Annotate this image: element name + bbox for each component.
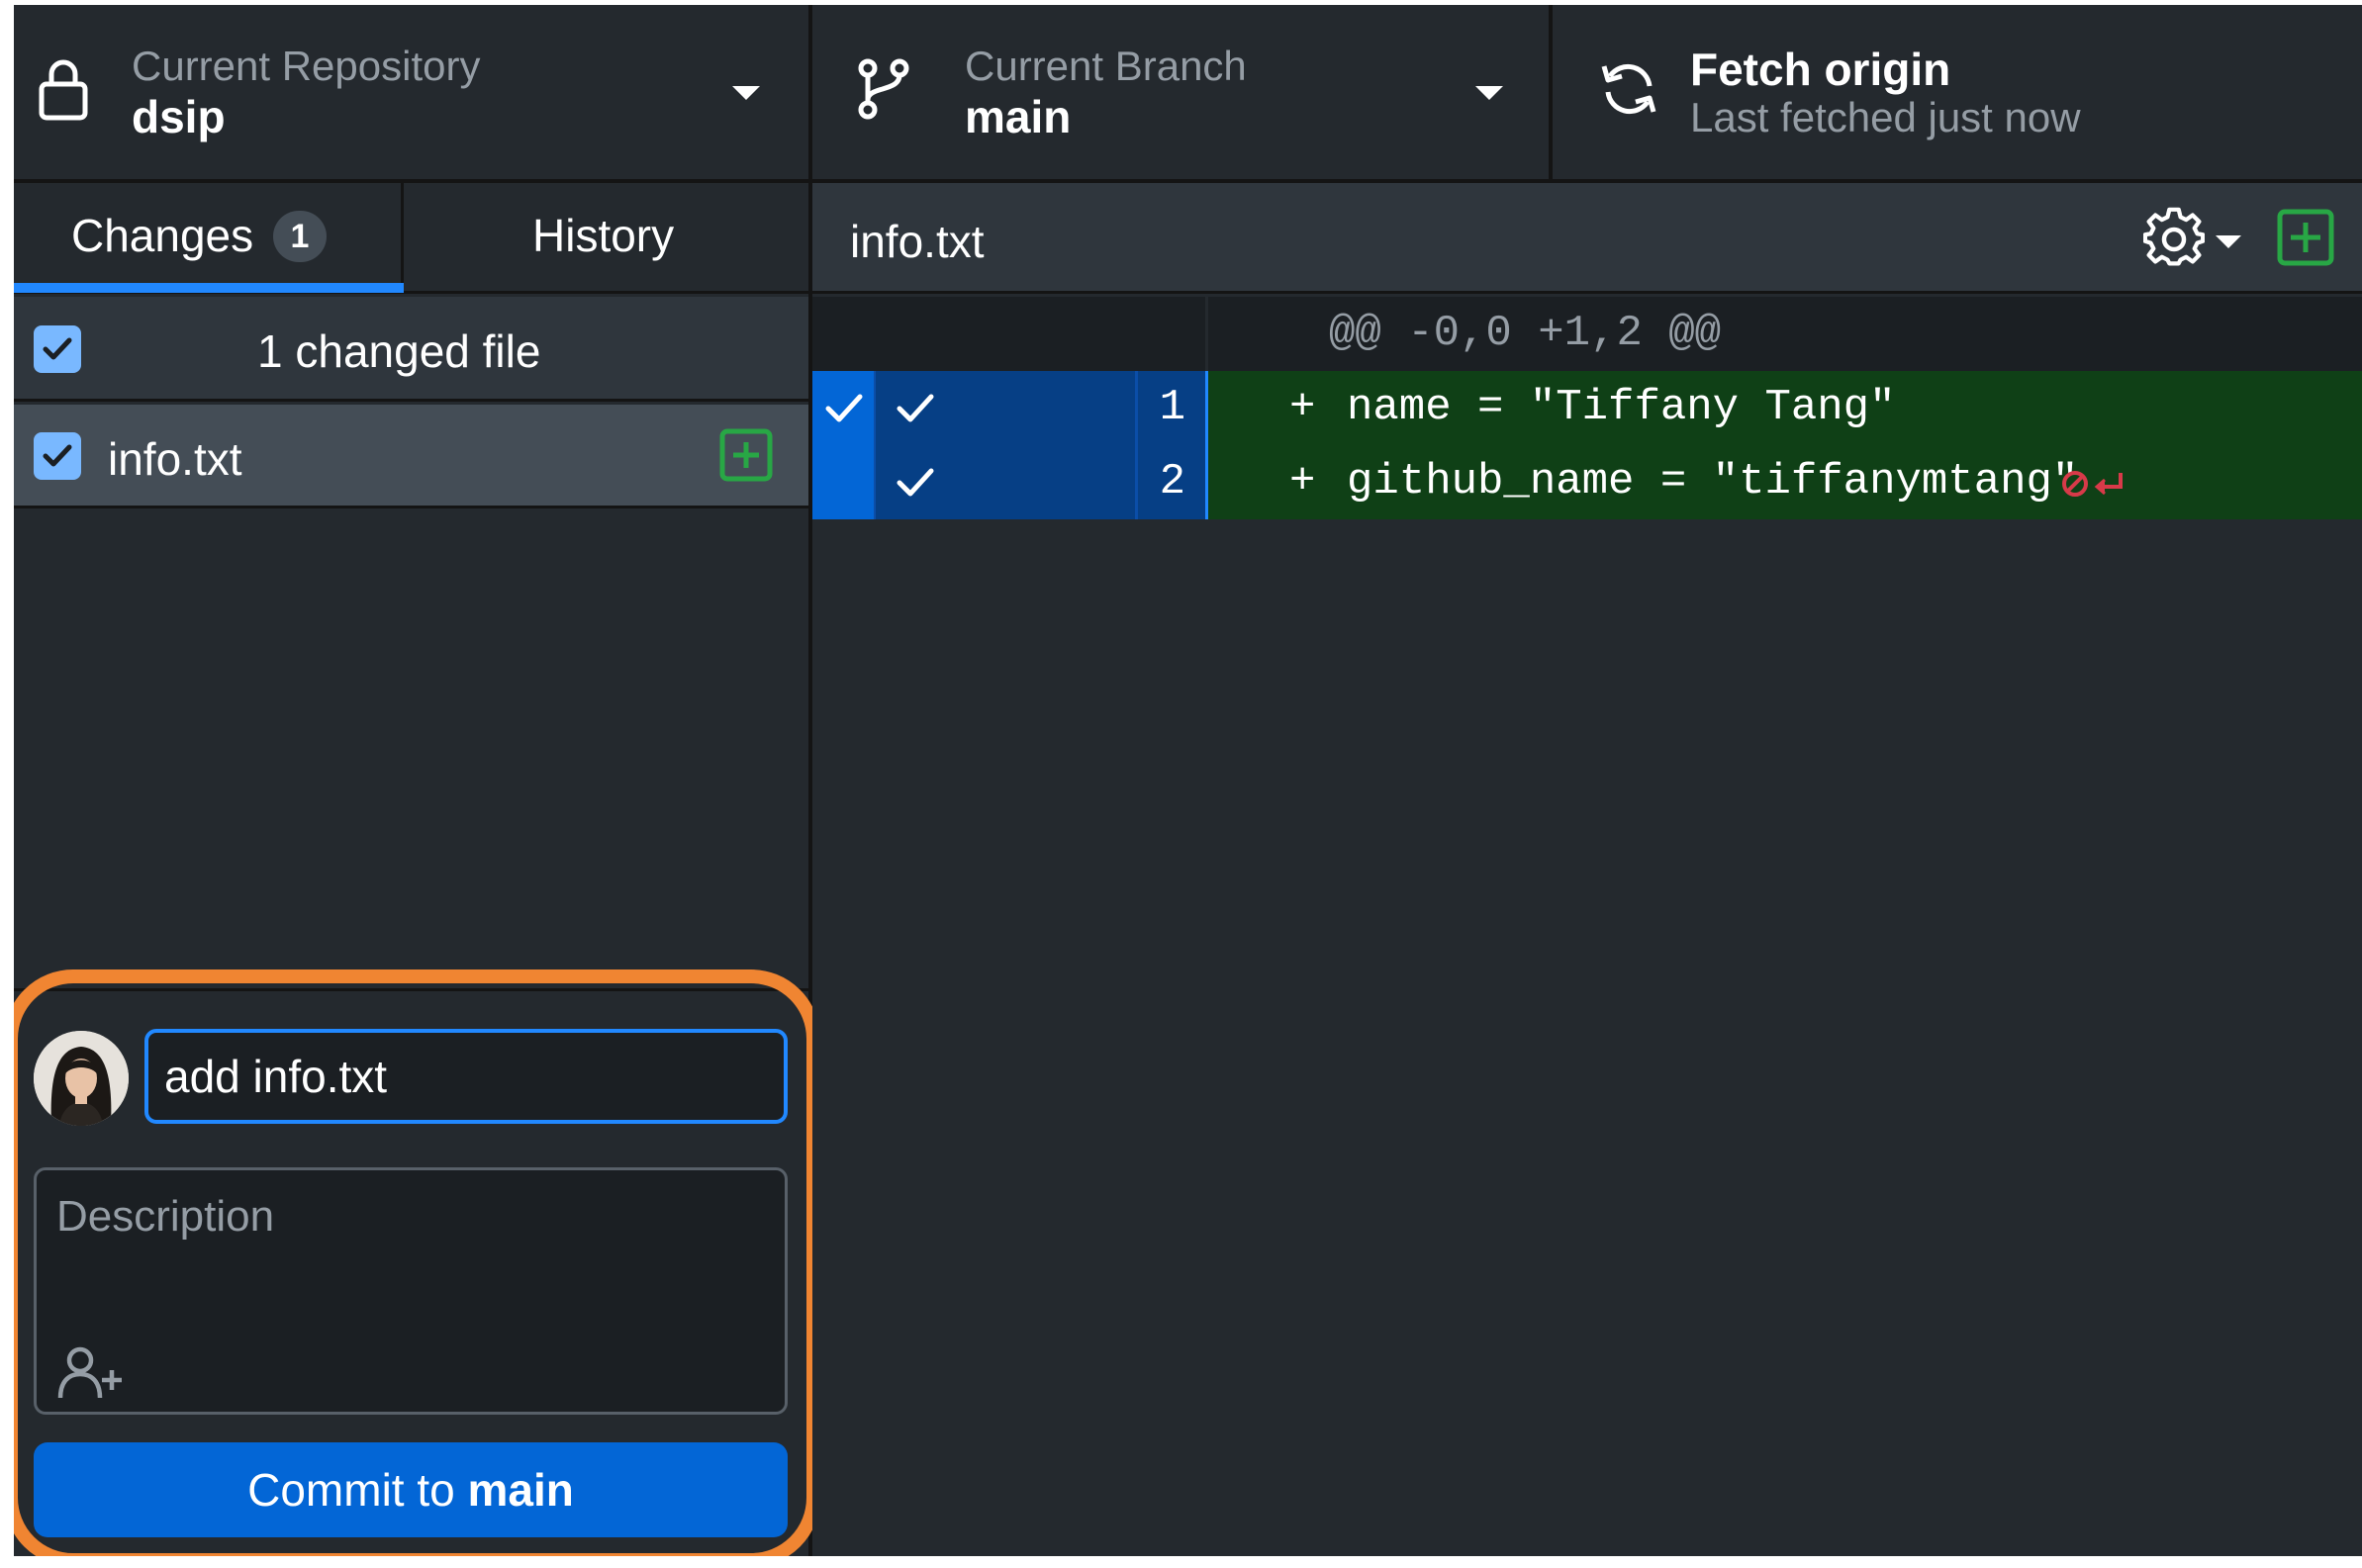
checkmark-icon (43, 444, 72, 467)
commit-description-box (34, 1167, 788, 1415)
fetch-origin-button[interactable]: Fetch origin Last fetched just now (1553, 5, 2362, 179)
line-select-gutter[interactable] (874, 445, 1135, 519)
fetch-title: Fetch origin (1690, 44, 1951, 95)
no-newline-icon (2062, 471, 2123, 497)
line-content: github_name = "tiffanymtang" (1347, 457, 2079, 507)
changes-list-header: 1 changed file (14, 297, 808, 402)
fetch-subtitle: Last fetched just now (1690, 94, 2081, 140)
hunk-select-gutter[interactable] (812, 371, 874, 445)
branch-selector[interactable]: Current Branch main (812, 5, 1549, 179)
tab-changes-label: Changes (71, 210, 254, 261)
commit-button-prefix: Commit to (247, 1464, 468, 1516)
lock-icon (39, 59, 88, 121)
add-coauthor-icon[interactable] (56, 1344, 128, 1402)
branch-label: Current Branch (965, 43, 1247, 89)
repository-selector[interactable]: Current Repository dsip (14, 5, 808, 179)
diff-line[interactable]: 2 + github_name = "tiffanymtang" (812, 445, 2362, 519)
repository-name: dsip (132, 91, 226, 142)
line-number: 2 (1135, 445, 1208, 519)
checkmark-icon (897, 468, 934, 497)
diff-filename: info.txt (850, 216, 985, 267)
sidebar-tabs: Changes 1 History (14, 183, 808, 294)
select-all-checkbox[interactable] (34, 325, 81, 373)
commit-button-branch: main (467, 1464, 574, 1516)
tab-history[interactable]: History (407, 183, 808, 290)
tab-history-label: History (532, 210, 675, 261)
diff-line[interactable]: 1 + name = "Tiffany Tang" (812, 371, 2362, 445)
hunk-header-row: @@ -0,0 +1,2 @@ (812, 297, 2362, 371)
toolbar: Current Repository dsip Current Branch m… (14, 5, 2362, 183)
diff-header: info.txt (812, 183, 2362, 294)
repository-label: Current Repository (132, 43, 481, 89)
line-marker: + (1289, 383, 1316, 432)
checkmark-icon (825, 394, 863, 422)
git-branch-icon (858, 58, 909, 120)
user-avatar-image (34, 1031, 129, 1126)
selected-tab-indicator (14, 283, 404, 293)
file-added-icon (2277, 209, 2334, 266)
file-checkbox[interactable] (34, 432, 81, 480)
diff-pane: info.txt @@ -0,0 +1,2 @@ 1 + name = "Tif… (812, 183, 2362, 1556)
changes-count-badge: 1 (273, 211, 327, 262)
commit-summary-input[interactable] (144, 1029, 788, 1124)
line-number: 1 (1135, 371, 1208, 445)
branch-name: main (965, 91, 1072, 142)
file-added-icon (719, 428, 773, 482)
hunk-header: @@ -0,0 +1,2 @@ (1329, 309, 1722, 358)
commit-form: Commit to main (14, 988, 808, 1556)
changed-files-count: 1 changed file (257, 325, 541, 377)
sync-icon (1601, 64, 1656, 114)
hunk-select-gutter[interactable] (812, 445, 874, 519)
checkmark-icon (43, 337, 72, 360)
line-content: name = "Tiffany Tang" (1347, 383, 1896, 432)
gear-icon[interactable] (2143, 207, 2205, 268)
chevron-down-icon[interactable] (2216, 235, 2241, 248)
checkmark-icon (897, 394, 934, 422)
avatar (34, 1031, 129, 1126)
tab-changes[interactable]: Changes 1 (14, 183, 404, 293)
file-name: info.txt (108, 433, 242, 485)
sidebar: Changes 1 History 1 changed file info.tx… (14, 183, 820, 1556)
list-item[interactable]: info.txt (14, 405, 808, 508)
app-window: Current Repository dsip Current Branch m… (14, 5, 2362, 1556)
chevron-down-icon (732, 86, 760, 100)
chevron-down-icon (1475, 86, 1503, 100)
commit-description-input[interactable] (37, 1170, 785, 1338)
line-select-gutter[interactable] (874, 371, 1135, 445)
line-marker: + (1289, 457, 1316, 507)
hunk-gutter (812, 297, 1208, 371)
commit-button[interactable]: Commit to main (34, 1442, 788, 1537)
